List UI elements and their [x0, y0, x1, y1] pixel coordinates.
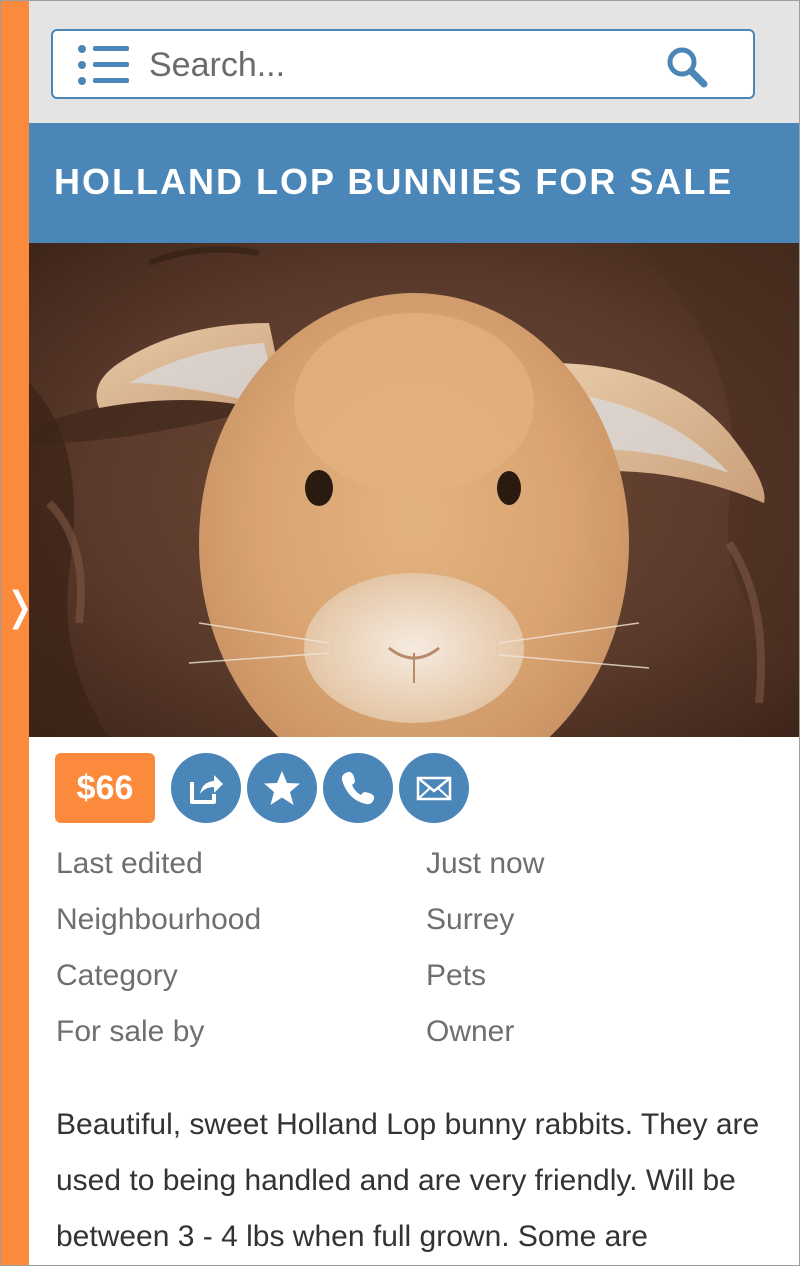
favorite-button[interactable]: [247, 753, 317, 823]
star-icon: [264, 771, 300, 805]
listing-actions: $66: [55, 753, 775, 823]
listing-page: ❭ HOLLAND LOP BUNNIES FOR SALE: [0, 0, 800, 1266]
search-box: [51, 29, 755, 99]
detail-label: For sale by: [56, 1015, 205, 1048]
share-icon: [190, 775, 223, 804]
detail-value: Just now: [426, 847, 545, 880]
search-header: [29, 1, 799, 123]
listing-details: Last edited Just now Neighbourhood Surre…: [56, 839, 776, 1063]
detail-label: Neighbourhood: [56, 903, 262, 936]
list-icon[interactable]: [77, 44, 131, 86]
listing-title-band: HOLLAND LOP BUNNIES FOR SALE: [29, 123, 799, 243]
page-title: HOLLAND LOP BUNNIES FOR SALE: [54, 161, 734, 202]
phone-icon: [341, 771, 375, 805]
price-badge: $66: [55, 753, 155, 823]
listing-photo[interactable]: [29, 243, 799, 737]
detail-row-for-sale-by: For sale by Owner: [56, 1007, 776, 1063]
listing-description: Beautiful, sweet Holland Lop bunny rabbi…: [56, 1108, 760, 1253]
call-button[interactable]: [323, 753, 393, 823]
share-button[interactable]: [171, 753, 241, 823]
detail-value: Pets: [426, 959, 487, 992]
detail-label: Category: [56, 959, 178, 992]
detail-row-category: Category Pets: [56, 951, 776, 1007]
detail-value: Owner: [426, 1015, 515, 1048]
detail-row-neighbourhood: Neighbourhood Surrey: [56, 895, 776, 951]
side-panel-toggle[interactable]: ❭: [1, 1, 37, 1265]
email-button[interactable]: [399, 753, 469, 823]
search-input[interactable]: [149, 41, 629, 89]
search-icon[interactable]: [665, 45, 709, 89]
detail-value: Surrey: [426, 903, 515, 936]
detail-label: Last edited: [56, 847, 203, 880]
detail-row-last-edited: Last edited Just now: [56, 839, 776, 895]
envelope-icon: [416, 776, 452, 801]
bunny-photo-illustration: [29, 243, 799, 737]
